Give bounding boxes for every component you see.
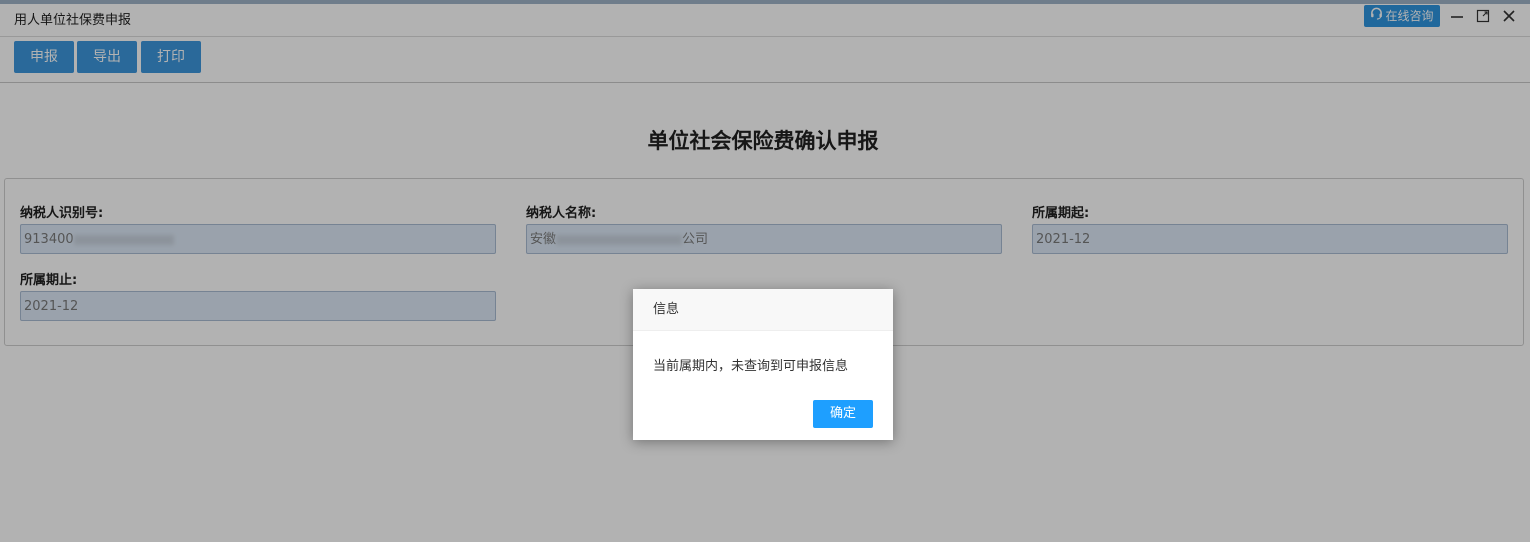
modal-overlay	[0, 0, 1530, 542]
info-dialog: 信息 当前属期内，未查询到可申报信息 确定	[633, 289, 893, 440]
confirm-button[interactable]: 确定	[813, 400, 873, 428]
dialog-title: 信息	[633, 289, 893, 331]
dialog-message: 当前属期内，未查询到可申报信息	[653, 359, 849, 374]
